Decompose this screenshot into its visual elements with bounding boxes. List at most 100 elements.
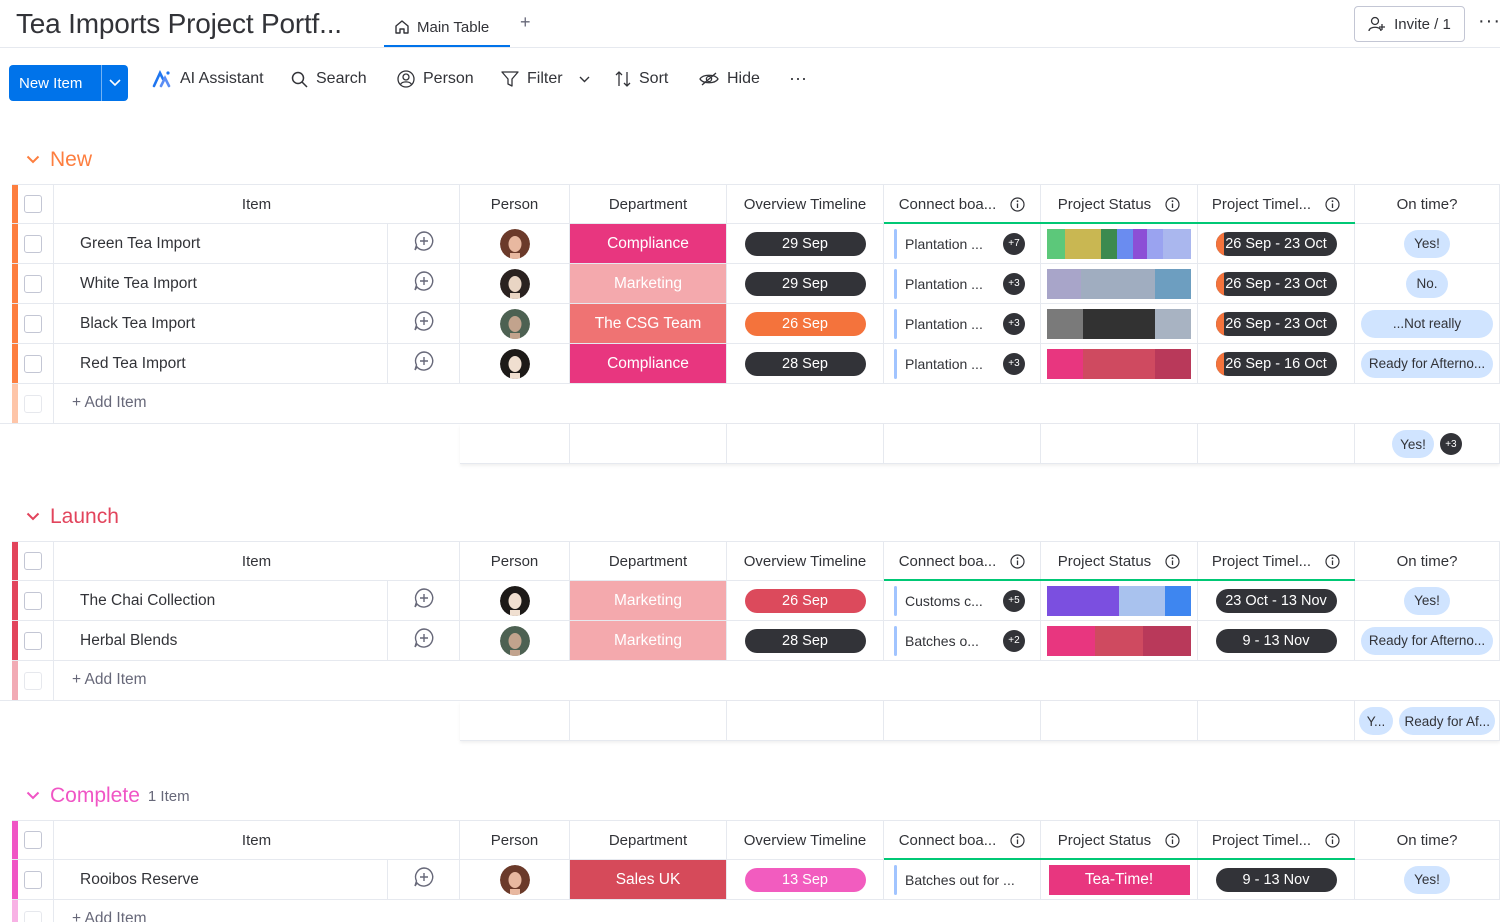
add-update-icon[interactable] [413, 587, 435, 614]
cell-department[interactable]: Marketing [570, 581, 727, 621]
cell-person[interactable] [460, 860, 570, 900]
cell-check[interactable] [12, 621, 54, 661]
row-checkbox[interactable] [23, 631, 42, 650]
column-header-status[interactable]: Project Status [1041, 541, 1198, 581]
more-count-badge[interactable]: +3 [1003, 312, 1025, 335]
cell-status[interactable] [1041, 621, 1198, 661]
cell-conv[interactable] [388, 224, 460, 264]
cell-department[interactable]: Marketing [570, 264, 727, 304]
item-name[interactable]: White Tea Import [74, 275, 197, 293]
add-item-row[interactable]: + Add Item [0, 900, 1488, 922]
column-header-department[interactable]: Department [570, 820, 727, 860]
cell-ontime[interactable]: No. [1355, 264, 1500, 304]
column-header-check[interactable] [12, 820, 54, 860]
more-count-badge[interactable]: +7 [1003, 232, 1025, 255]
cell-check[interactable] [12, 224, 54, 264]
cell-timeline[interactable]: 9 - 13 Nov [1198, 860, 1355, 900]
avatar[interactable] [499, 228, 530, 259]
cell-timeline[interactable]: 26 Sep - 23 Oct [1198, 304, 1355, 344]
avatar[interactable] [499, 585, 530, 616]
cell-conv[interactable] [388, 860, 460, 900]
avatar[interactable] [499, 864, 530, 895]
cell-item[interactable]: White Tea Import [54, 264, 388, 304]
group-header[interactable]: Complete 1 Item [26, 784, 190, 808]
cell-ontime[interactable]: Yes! [1355, 860, 1500, 900]
project-status-battery[interactable] [1047, 308, 1191, 339]
cell-department[interactable]: Compliance [570, 224, 727, 264]
ontime-tag[interactable]: No. [1406, 269, 1448, 298]
item-name[interactable]: Black Tea Import [74, 315, 195, 333]
column-header-timeline[interactable]: Project Timel... [1198, 820, 1355, 860]
column-header-connect[interactable]: Connect boa... [884, 820, 1041, 860]
table-row[interactable]: Rooibos Reserve Sales UK 13 Sep Batches out… [0, 860, 1500, 900]
info-icon[interactable] [1325, 196, 1340, 212]
department-label[interactable]: Compliance [570, 224, 726, 263]
group-title[interactable]: New [50, 148, 92, 172]
cell-timeline[interactable]: 26 Sep - 16 Oct [1198, 344, 1355, 384]
cell-conv[interactable] [388, 264, 460, 304]
invite-button[interactable]: Invite / 1 [1354, 6, 1465, 42]
cell-person[interactable] [460, 581, 570, 621]
summary-ontime-tag[interactable]: Ready for Af... [1399, 707, 1496, 735]
table-row[interactable]: White Tea Import Marketing 29 Sep Plantatio… [0, 264, 1500, 304]
group-header[interactable]: Launch [26, 505, 119, 529]
column-header-overview[interactable]: Overview Timeline [727, 541, 884, 581]
column-header-person[interactable]: Person [460, 184, 570, 224]
project-timeline-pill[interactable]: 9 - 13 Nov [1215, 628, 1337, 653]
table-row[interactable]: Red Tea Import Compliance 28 Sep Plantation… [0, 344, 1500, 384]
info-icon[interactable] [1010, 832, 1025, 848]
cell-connect[interactable]: Batches out for ... [884, 860, 1041, 900]
table-row[interactable]: Green Tea Import Compliance 29 Sep Plantati… [0, 224, 1500, 264]
cell-timeline[interactable]: 9 - 13 Nov [1198, 621, 1355, 661]
cell-status[interactable] [1041, 264, 1198, 304]
more-count-badge[interactable]: +3 [1003, 272, 1025, 295]
cell-item[interactable]: Black Tea Import [54, 304, 388, 344]
cell-overview[interactable]: 29 Sep [727, 224, 884, 264]
new-item-button[interactable]: New Item [9, 65, 128, 101]
board-title[interactable]: Tea Imports Project Portf... [16, 8, 342, 40]
project-timeline-pill[interactable]: 26 Sep - 16 Oct [1215, 351, 1337, 376]
column-header-overview[interactable]: Overview Timeline [727, 820, 884, 860]
add-update-icon[interactable] [413, 230, 435, 257]
chevron-down-icon[interactable] [579, 76, 590, 83]
sort-button[interactable]: Sort [615, 70, 668, 88]
summary-ontime-tag[interactable]: Yes! [1392, 430, 1434, 458]
project-status-battery[interactable] [1047, 348, 1191, 379]
cell-item[interactable]: Rooibos Reserve [54, 860, 388, 900]
cell-connect[interactable]: Plantation ... +3 [884, 264, 1041, 304]
overview-timeline-pill[interactable]: 28 Sep [744, 628, 866, 653]
row-checkbox[interactable] [23, 354, 42, 373]
cell-ontime[interactable]: Yes! [1355, 224, 1500, 264]
cell-item[interactable]: The Chai Collection [54, 581, 388, 621]
chevron-down-icon[interactable] [26, 151, 40, 169]
project-timeline-pill[interactable]: 26 Sep - 23 Oct [1215, 231, 1337, 256]
cell-check[interactable] [12, 860, 54, 900]
cell-person[interactable] [460, 344, 570, 384]
cell-item[interactable]: Herbal Blends [54, 621, 388, 661]
chevron-down-icon[interactable] [26, 508, 40, 526]
info-icon[interactable] [1165, 196, 1180, 212]
cell-check[interactable] [12, 264, 54, 304]
column-header-connect[interactable]: Connect boa... [884, 184, 1041, 224]
row-checkbox[interactable] [23, 314, 42, 333]
cell-status[interactable] [1041, 344, 1198, 384]
cell-conv[interactable] [388, 344, 460, 384]
cell-overview[interactable]: 28 Sep [727, 621, 884, 661]
item-name[interactable]: Green Tea Import [74, 235, 200, 253]
tab-main-table[interactable]: Main Table [384, 8, 510, 47]
project-status-battery[interactable] [1047, 228, 1191, 259]
item-name[interactable]: Red Tea Import [74, 355, 186, 373]
overview-timeline-pill[interactable]: 29 Sep [744, 231, 866, 256]
column-header-timeline[interactable]: Project Timel... [1198, 541, 1355, 581]
cell-status[interactable]: Tea-Time! [1041, 860, 1198, 900]
cell-item[interactable]: Green Tea Import [54, 224, 388, 264]
overview-timeline-pill[interactable]: 26 Sep [744, 311, 866, 336]
cell-status[interactable] [1041, 304, 1198, 344]
column-header-department[interactable]: Department [570, 184, 727, 224]
cell-conv[interactable] [388, 304, 460, 344]
column-header-person[interactable]: Person [460, 820, 570, 860]
cell-person[interactable] [460, 621, 570, 661]
add-item-row[interactable]: + Add Item [0, 384, 1500, 424]
department-label[interactable]: Sales UK [570, 860, 726, 899]
connected-item-label[interactable]: Plantation ... [905, 276, 995, 292]
